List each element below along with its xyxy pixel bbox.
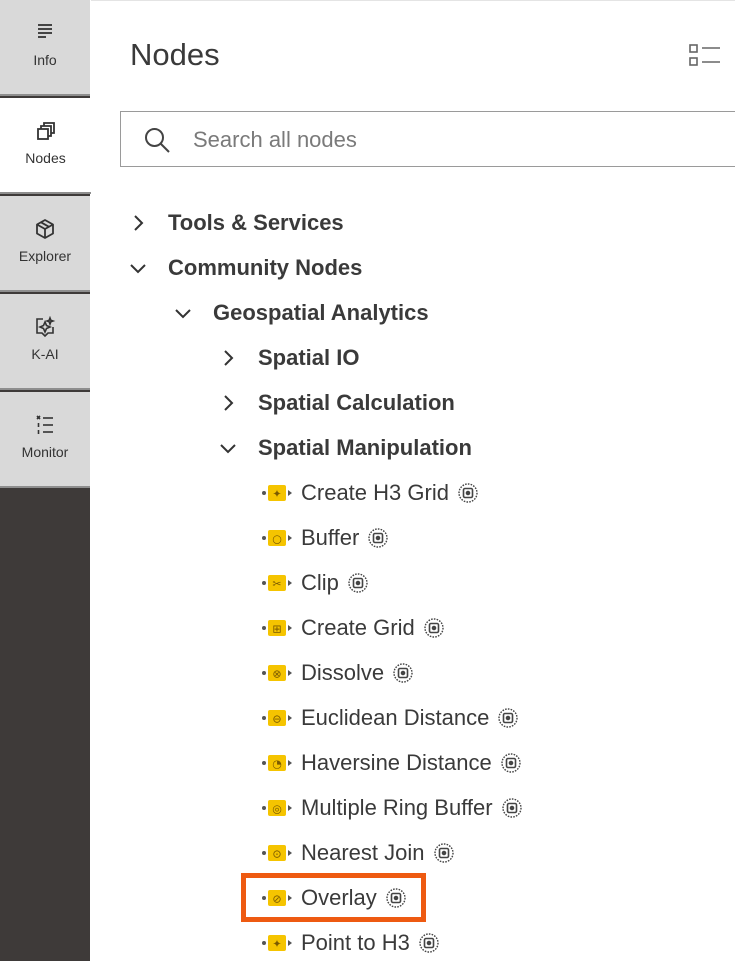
tree-node-item[interactable]: ⊙ Nearest Join (261, 833, 455, 873)
svg-text:⊞: ⊞ (272, 623, 281, 636)
chevron-down-icon[interactable] (127, 257, 149, 279)
nodes-icon (33, 118, 59, 144)
nodes-panel: Nodes Tools & Services Community Nodes Geo… (91, 0, 735, 961)
node-type-icon: ✦ (261, 932, 293, 954)
tree-node-label: Create H3 Grid (301, 480, 449, 505)
rail-tab-label: Explorer (18, 248, 72, 264)
tree-category-label: Geospatial Analytics (213, 300, 429, 325)
svg-text:✦: ✦ (272, 938, 281, 951)
tree-category-row[interactable]: Community Nodes (127, 248, 362, 288)
community-node-icon (433, 842, 455, 864)
rail-tab-kai[interactable]: K-AI (0, 294, 90, 390)
svg-text:⊘: ⊘ (272, 893, 281, 906)
tree-category-row[interactable]: Spatial Calculation (217, 383, 455, 423)
tree-node-label: Multiple Ring Buffer (301, 795, 493, 820)
tree-node-item[interactable]: ⊘ Overlay (261, 878, 407, 918)
community-node-icon (418, 932, 440, 954)
tree-node-item[interactable]: ◔ Haversine Distance (261, 743, 522, 783)
rail-tab-label: K-AI (31, 346, 59, 362)
rail-tab-label: Info (33, 52, 57, 68)
tree-node-label: Point to H3 (301, 930, 410, 955)
tree-category-row[interactable]: Spatial IO (217, 338, 359, 378)
tree-node-label: Buffer (301, 525, 360, 550)
community-node-icon (497, 707, 519, 729)
svg-text:⊗: ⊗ (272, 668, 281, 681)
chevron-right-icon[interactable] (217, 392, 239, 414)
community-node-icon (367, 527, 389, 549)
tree-node-item[interactable]: ◎ Multiple Ring Buffer (261, 788, 523, 828)
community-node-icon (392, 662, 414, 684)
sparkle-chat-icon (32, 314, 58, 340)
tree-node-item[interactable]: ✦ Point to H3 (261, 923, 440, 963)
search-box[interactable] (120, 111, 735, 167)
info-lines-icon (32, 20, 58, 46)
chevron-down-icon[interactable] (217, 437, 239, 459)
tree-category-label: Spatial IO (258, 345, 360, 370)
tree-node-item[interactable]: ✦ Create H3 Grid (261, 473, 479, 513)
node-type-icon: ⊖ (261, 707, 293, 729)
tree-node-label: Nearest Join (301, 840, 425, 865)
chevron-right-icon[interactable] (217, 347, 239, 369)
node-type-icon: ◎ (261, 797, 293, 819)
node-type-icon: ⊗ (261, 662, 293, 684)
node-type-icon: ○ (261, 527, 293, 549)
rail-tab-explorer[interactable]: Explorer (0, 196, 90, 292)
tree-node-label: Euclidean Distance (301, 705, 490, 730)
tree-category-label: Community Nodes (168, 255, 363, 280)
tree-category-label: Tools & Services (168, 210, 344, 235)
node-type-icon: ⊘ (261, 887, 293, 909)
tree-node-item[interactable]: ⊖ Euclidean Distance (261, 698, 519, 738)
tree-category-label: Spatial Calculation (258, 390, 455, 415)
tree-node-label: Dissolve (301, 660, 385, 685)
search-input[interactable] (191, 122, 715, 158)
svg-text:✦: ✦ (272, 488, 281, 501)
cube-icon (32, 216, 58, 242)
node-type-icon: ◔ (261, 752, 293, 774)
side-rail: Info Nodes Explorer K-AI Monitor (0, 0, 91, 961)
node-type-icon: ✂ (261, 572, 293, 594)
tree-node-item[interactable]: ○ Buffer (261, 518, 389, 558)
community-node-icon (347, 572, 369, 594)
rail-tab-label: Nodes (25, 150, 66, 166)
list-view-toggle-button[interactable] (688, 41, 722, 71)
community-node-icon (501, 797, 523, 819)
panel-title: Nodes (130, 37, 220, 72)
node-type-icon: ⊙ (261, 842, 293, 864)
tree-category-row[interactable]: Spatial Manipulation (217, 428, 472, 468)
tree-category-row[interactable]: Geospatial Analytics (172, 293, 429, 333)
tree-node-label: Haversine Distance (301, 750, 492, 775)
svg-text:⊙: ⊙ (272, 848, 281, 861)
community-node-icon (457, 482, 479, 504)
community-node-icon (500, 752, 522, 774)
chevron-down-icon[interactable] (172, 302, 194, 324)
list-check-icon (32, 412, 58, 438)
tree-category-row[interactable]: Tools & Services (127, 203, 344, 243)
tree-category-label: Spatial Manipulation (258, 435, 472, 460)
search-icon (145, 128, 170, 153)
list-view-icon (689, 44, 720, 66)
tree-node-item[interactable]: ✂ Clip (261, 563, 369, 603)
node-type-icon: ⊞ (261, 617, 293, 639)
tree-node-item[interactable]: ⊗ Dissolve (261, 653, 414, 693)
tree-node-label: Clip (301, 570, 339, 595)
svg-text:✂: ✂ (272, 578, 281, 591)
chevron-right-icon[interactable] (127, 212, 149, 234)
svg-text:⊖: ⊖ (272, 713, 281, 726)
community-node-icon (423, 617, 445, 639)
svg-text:◎: ◎ (272, 803, 282, 816)
tree-node-label: Create Grid (301, 615, 415, 640)
rail-tab-nodes[interactable]: Nodes (0, 98, 91, 194)
community-node-icon (385, 887, 407, 909)
svg-text:○: ○ (272, 533, 282, 546)
tree-node-item[interactable]: ⊞ Create Grid (261, 608, 445, 648)
node-type-icon: ✦ (261, 482, 293, 504)
rail-tab-label: Monitor (21, 444, 69, 460)
svg-text:◔: ◔ (272, 758, 282, 771)
tree-node-label: Overlay (301, 885, 377, 910)
rail-tab-monitor[interactable]: Monitor (0, 392, 90, 488)
rail-tab-info[interactable]: Info (0, 0, 90, 96)
